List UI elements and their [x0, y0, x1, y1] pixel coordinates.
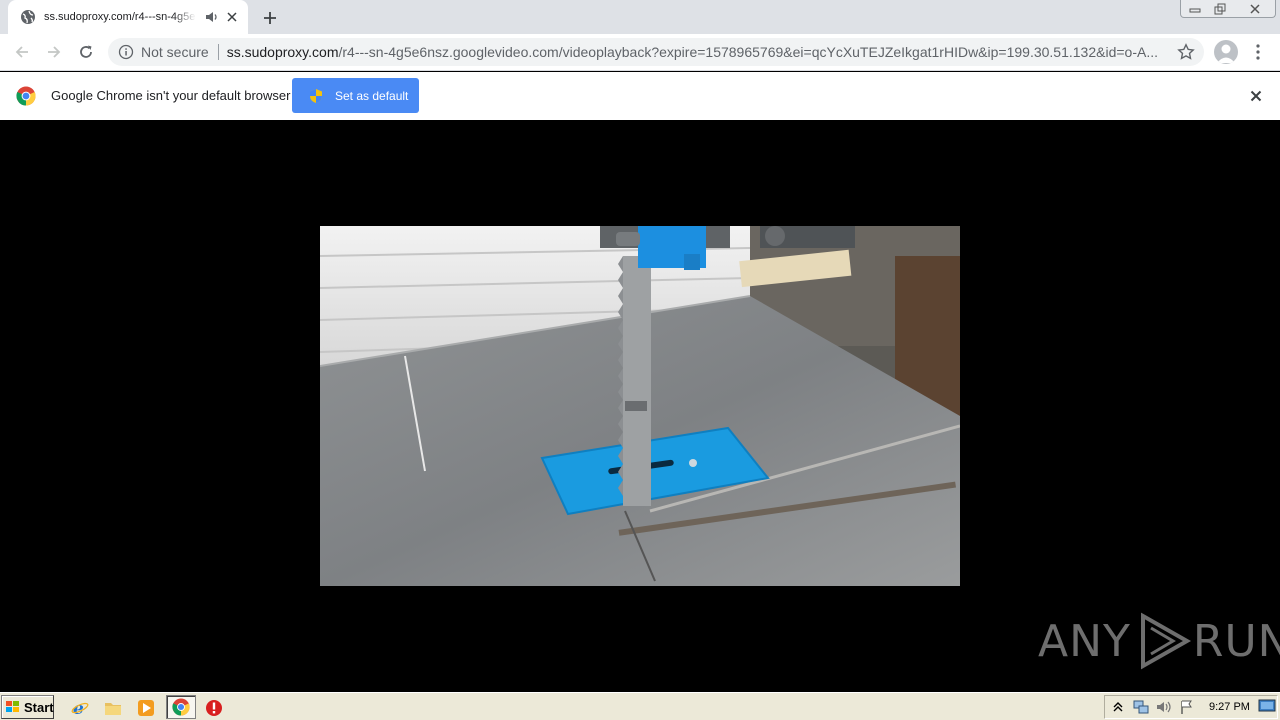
media-player-icon[interactable]	[135, 697, 157, 719]
action-center-flag-icon[interactable]	[1177, 698, 1197, 716]
network-icon[interactable]	[1131, 698, 1151, 716]
tab-close-icon[interactable]	[224, 9, 240, 25]
globe-icon	[20, 9, 36, 25]
omnibox-divider	[217, 44, 219, 60]
watermark-any: ANY	[1038, 615, 1131, 667]
kebab-menu-icon	[1256, 44, 1260, 60]
url-host: ss.sudoproxy.com	[226, 44, 339, 60]
speaker-icon[interactable]	[204, 9, 220, 25]
restore-button[interactable]	[1208, 0, 1232, 18]
start-label: Start	[24, 699, 54, 715]
video-player[interactable]	[320, 226, 960, 586]
info-icon[interactable]	[118, 44, 134, 60]
show-desktop-icon[interactable]	[1258, 699, 1276, 713]
close-window-button[interactable]	[1236, 0, 1274, 18]
browser-tab[interactable]: ss.sudoproxy.com/r4---sn-4g5e6nsz.google…	[8, 0, 248, 34]
url-text[interactable]: ss.sudoproxy.com/r4---sn-4g5e6nsz.google…	[227, 44, 1162, 60]
restore-icon	[1214, 3, 1226, 15]
watermark-run: RUN	[1192, 615, 1280, 667]
windows-logo-icon	[5, 700, 21, 714]
close-icon	[1250, 4, 1260, 14]
explorer-folder-icon[interactable]	[102, 697, 124, 719]
back-button[interactable]	[8, 38, 36, 66]
tab-strip: ss.sudoproxy.com/r4---sn-4g5e6nsz.google…	[0, 0, 1280, 34]
minimize-button[interactable]	[1183, 0, 1207, 18]
page-viewport: ANY RUN	[0, 120, 1280, 692]
arrow-left-icon	[15, 46, 28, 58]
stop-icon[interactable]	[203, 697, 225, 719]
new-tab-button[interactable]	[258, 6, 282, 30]
chrome-icon	[172, 698, 190, 716]
person-icon	[1217, 44, 1235, 63]
system-tray	[1104, 695, 1278, 719]
minimize-icon	[1189, 8, 1201, 13]
browser-toolbar: Not secure ss.sudoproxy.com/r4---sn-4g5e…	[0, 34, 1280, 71]
plus-icon	[264, 12, 276, 24]
internet-explorer-icon[interactable]: e	[69, 697, 91, 719]
chrome-taskbar-button[interactable]	[166, 695, 196, 719]
reload-button[interactable]	[72, 38, 100, 66]
default-browser-infobar: Google Chrome isn't your default browser…	[0, 72, 1280, 120]
url-path: /r4---sn-4g5e6nsz.googlevideo.com/videop…	[338, 44, 1158, 60]
volume-icon[interactable]	[1154, 698, 1174, 716]
uac-shield-icon	[308, 88, 324, 104]
set-as-default-button[interactable]: Set as default	[292, 78, 419, 113]
play-logo-icon	[1140, 612, 1191, 670]
forward-button[interactable]	[40, 38, 68, 66]
bookmark-star-icon[interactable]	[1176, 42, 1196, 62]
set-as-default-label: Set as default	[335, 88, 409, 103]
arrow-right-icon	[48, 46, 61, 58]
tray-expand-icon[interactable]	[1108, 698, 1128, 716]
infobar-message: Google Chrome isn't your default browser	[51, 88, 291, 103]
windows-taskbar: Start e 9:27 PM	[0, 692, 1280, 720]
clock[interactable]: 9:27 PM	[1209, 701, 1250, 713]
reload-icon	[80, 45, 92, 58]
tab-title: ss.sudoproxy.com/r4---sn-4g5e6nsz.google…	[44, 11, 196, 23]
chrome-logo-icon	[16, 86, 36, 106]
anyrun-watermark: ANY RUN	[1038, 609, 1280, 673]
band-saw-video-frame	[320, 226, 960, 586]
start-button[interactable]: Start	[1, 695, 54, 719]
infobar-close-icon[interactable]	[1246, 86, 1266, 106]
address-bar[interactable]: Not secure ss.sudoproxy.com/r4---sn-4g5e…	[108, 38, 1204, 66]
security-label: Not secure	[141, 44, 209, 60]
menu-button[interactable]	[1248, 42, 1268, 62]
profile-avatar[interactable]	[1214, 40, 1238, 64]
